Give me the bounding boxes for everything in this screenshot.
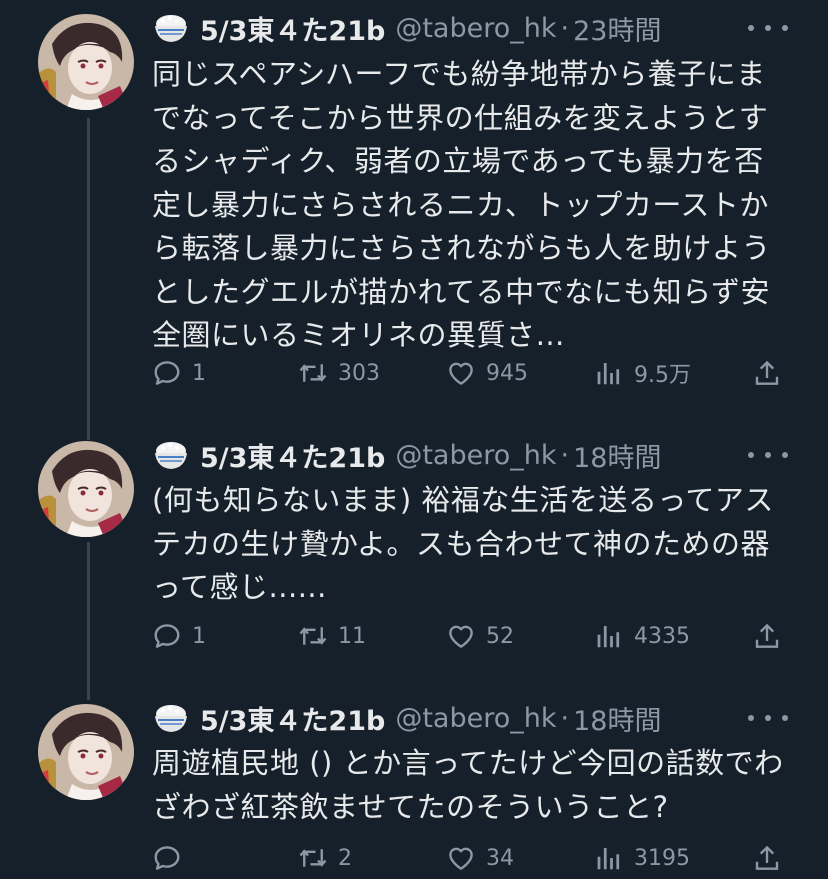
view-count: 9.5万 — [634, 363, 691, 388]
rice-bowl-icon — [152, 438, 190, 472]
share-icon — [752, 358, 782, 388]
like-count: 34 — [486, 845, 514, 871]
action-bar: 1 11 52 4335 — [152, 616, 792, 656]
tweet-header: 5/3東４た21b @tabero_hk · 18時間 — [152, 433, 661, 477]
display-name[interactable]: 5/3東４た21b — [200, 9, 385, 48]
reply-count: 1 — [192, 360, 206, 386]
share-button[interactable] — [752, 616, 792, 656]
retweet-icon — [298, 358, 328, 388]
retweet-button[interactable]: 2 — [298, 838, 352, 878]
retweet-button[interactable]: 303 — [298, 353, 380, 393]
separator: · — [560, 12, 570, 44]
reply-button[interactable]: 1 — [152, 353, 206, 393]
views-button[interactable]: 3195 — [594, 838, 690, 878]
heart-icon — [446, 621, 476, 651]
views-icon — [594, 621, 624, 651]
heart-icon — [446, 843, 476, 873]
avatar[interactable] — [38, 704, 134, 800]
share-button[interactable] — [752, 838, 792, 878]
timestamp[interactable]: 18時間 — [573, 699, 661, 738]
views-icon — [594, 843, 624, 873]
like-count: 945 — [486, 360, 528, 386]
more-icon[interactable] — [748, 708, 788, 728]
like-count: 52 — [486, 623, 514, 649]
views-icon — [594, 358, 624, 388]
more-icon[interactable] — [748, 18, 788, 38]
avatar[interactable] — [38, 441, 134, 537]
share-icon — [752, 843, 782, 873]
user-handle[interactable]: @tabero_hk — [395, 703, 556, 734]
retweet-count: 303 — [338, 360, 380, 386]
retweet-icon — [298, 621, 328, 651]
like-button[interactable]: 52 — [446, 616, 514, 656]
timestamp[interactable]: 23時間 — [573, 9, 661, 48]
tweet-text: 同じスペアシハーフでも紛争地帯から養子にまでなってそこから世界の仕組みを変えよう… — [152, 57, 771, 352]
heart-icon — [446, 358, 476, 388]
reply-button[interactable] — [152, 838, 192, 878]
user-handle[interactable]: @tabero_hk — [395, 440, 556, 471]
display-name[interactable]: 5/3東４た21b — [200, 699, 385, 738]
views-button[interactable]: 9.5万 — [594, 353, 691, 393]
share-button[interactable] — [752, 353, 792, 393]
separator: · — [560, 702, 570, 734]
tweet-text: 周遊植民地 () とか言ってたけど今回の話数でわざわざ紅茶飲ませてたのそういうこ… — [152, 746, 784, 824]
user-handle[interactable]: @tabero_hk — [395, 13, 556, 44]
reply-icon — [152, 843, 182, 873]
action-bar: 2 34 3195 — [152, 838, 792, 878]
share-icon — [752, 621, 782, 651]
view-count: 3195 — [634, 845, 690, 871]
action-bar: 1 303 945 9.5万 — [152, 353, 792, 393]
retweet-button[interactable]: 11 — [298, 616, 366, 656]
display-name[interactable]: 5/3東４た21b — [200, 436, 385, 475]
retweet-icon — [298, 843, 328, 873]
rice-bowl-icon — [152, 11, 190, 45]
thread-line — [87, 118, 90, 440]
separator: · — [560, 439, 570, 471]
view-count: 4335 — [634, 623, 690, 649]
reply-count: 1 — [192, 623, 206, 649]
like-button[interactable]: 945 — [446, 353, 528, 393]
tweet-header: 5/3東４た21b @tabero_hk · 23時間 — [152, 6, 661, 50]
retweet-count: 2 — [338, 845, 352, 871]
reply-icon — [152, 621, 182, 651]
views-button[interactable]: 4335 — [594, 616, 690, 656]
timestamp[interactable]: 18時間 — [573, 436, 661, 475]
thread-line — [87, 542, 90, 700]
reply-button[interactable]: 1 — [152, 616, 206, 656]
avatar[interactable] — [38, 14, 134, 110]
tweet-header: 5/3東４た21b @tabero_hk · 18時間 — [152, 696, 661, 740]
tweet-text: (何も知らないまま) 裕福な生活を送るってアステカの生け贄かよ。スも合わせて神の… — [152, 483, 774, 604]
retweet-count: 11 — [338, 623, 366, 649]
rice-bowl-icon — [152, 701, 190, 735]
more-icon[interactable] — [748, 445, 788, 465]
reply-icon — [152, 358, 182, 388]
like-button[interactable]: 34 — [446, 838, 514, 878]
